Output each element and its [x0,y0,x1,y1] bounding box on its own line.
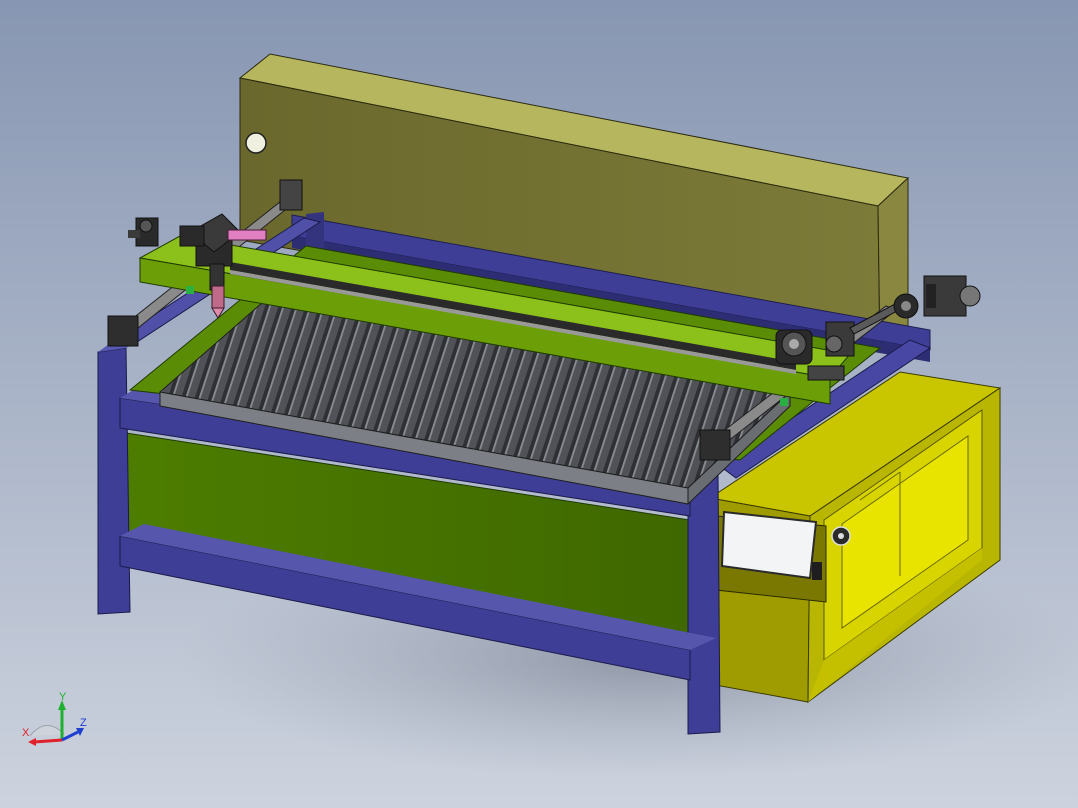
laser-cutter-model[interactable] [0,0,1078,808]
triad-base-icon [29,725,65,737]
z-axis-label: Z [80,717,87,729]
focus-lens-tube [211,285,225,309]
cad-viewport[interactable]: X Y Z [0,0,1078,808]
coordinate-triad[interactable]: X Y Z [16,688,96,758]
cabinet-hole [245,132,267,154]
right-rail-end-block [699,429,731,461]
y-axis-label: Y [59,691,67,703]
x-axis-label: X [22,727,30,739]
x-axis-arrow [33,738,63,744]
z-axis-arrow [61,730,79,742]
key-switch[interactable] [812,562,822,580]
touch-screen[interactable] [720,510,818,580]
left-rail-end-block [107,315,139,347]
